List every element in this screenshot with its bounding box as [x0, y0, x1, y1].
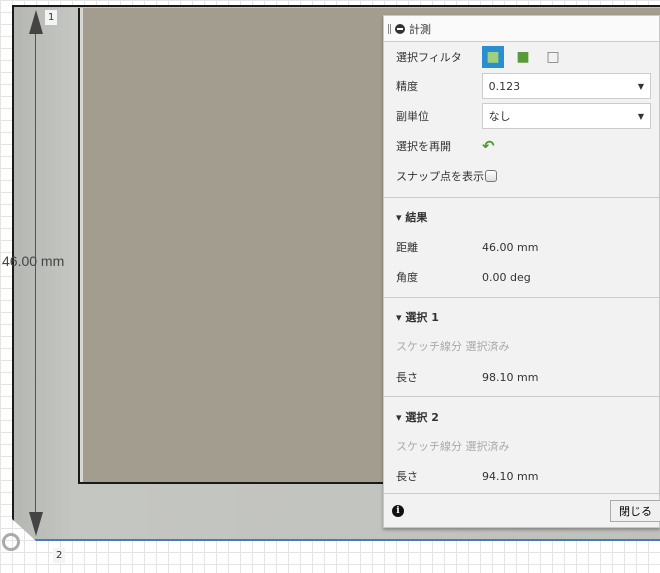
dimension-arrow-up-icon [29, 10, 43, 34]
panel-footer: i 閉じる [384, 493, 660, 527]
panel-header[interactable]: 計測 [384, 16, 659, 42]
dimension-text: 46.00 mm [2, 253, 65, 269]
edge-select-icon[interactable]: □ [542, 46, 564, 68]
panel-title: 計測 [409, 22, 431, 36]
selection2-length-label: 長さ [396, 470, 418, 483]
origin-icon [2, 533, 20, 551]
selection2-length-value: 94.10 mm [482, 469, 539, 483]
selection2-status: スケッチ線分 選択済み [396, 440, 510, 453]
info-icon[interactable]: i [392, 504, 404, 517]
angle-label: 角度 [396, 271, 418, 284]
chevron-down-icon: ▼ [637, 111, 644, 121]
restart-label: 選択を再開 [396, 140, 451, 153]
grip-icon[interactable] [388, 23, 391, 34]
face-select-icon[interactable]: ■ [512, 46, 534, 68]
divider [384, 297, 659, 298]
selection1-length-value: 98.10 mm [482, 370, 539, 384]
sub-unit-value: なし [488, 110, 511, 123]
dimension-line [35, 14, 36, 532]
divider [384, 396, 659, 397]
body-select-icon[interactable]: ■ [482, 46, 504, 68]
distance-value: 46.00 mm [482, 240, 539, 254]
snap-label: スナップ点を表示 [396, 170, 484, 183]
angle-value: 0.00 deg [482, 270, 531, 284]
collapse-icon[interactable] [395, 23, 405, 34]
selection2-header[interactable]: ▾ 選択 2 [396, 409, 439, 425]
restart-selection-icon[interactable]: ↶ [482, 137, 495, 155]
precision-label: 精度 [396, 80, 418, 93]
sub-unit-select[interactable]: なし ▼ [481, 103, 651, 129]
selection2-title: 選択 2 [405, 411, 439, 424]
precision-value: 0.123 [488, 79, 521, 93]
sub-unit-label: 副単位 [396, 110, 429, 123]
selection1-title: 選択 1 [405, 311, 439, 324]
dimension-arrow-down-icon [29, 512, 43, 536]
selection1-length-label: 長さ [396, 371, 418, 384]
snap-checkbox[interactable] [485, 170, 497, 182]
selection1-status: スケッチ線分 選択済み [396, 340, 510, 353]
distance-label: 距離 [396, 241, 418, 254]
close-button[interactable]: 閉じる [610, 499, 660, 522]
point-1-label: 1 [45, 10, 58, 25]
divider [384, 197, 659, 198]
selection-filter-label: 選択フィルタ [396, 51, 462, 64]
chevron-down-icon: ▼ [637, 81, 644, 91]
point-2-label: 2 [53, 548, 66, 563]
selection1-header[interactable]: ▾ 選択 1 [396, 309, 439, 325]
results-title: 結果 [405, 211, 428, 224]
results-header[interactable]: ▾ 結果 [396, 209, 427, 225]
precision-select[interactable]: 0.123 ▼ [481, 73, 651, 99]
measure-panel: 計測 選択フィルタ ■ ■ □ 精度 0.123 ▼ 副単位 なし ▼ 選択を再開 … [383, 15, 660, 528]
